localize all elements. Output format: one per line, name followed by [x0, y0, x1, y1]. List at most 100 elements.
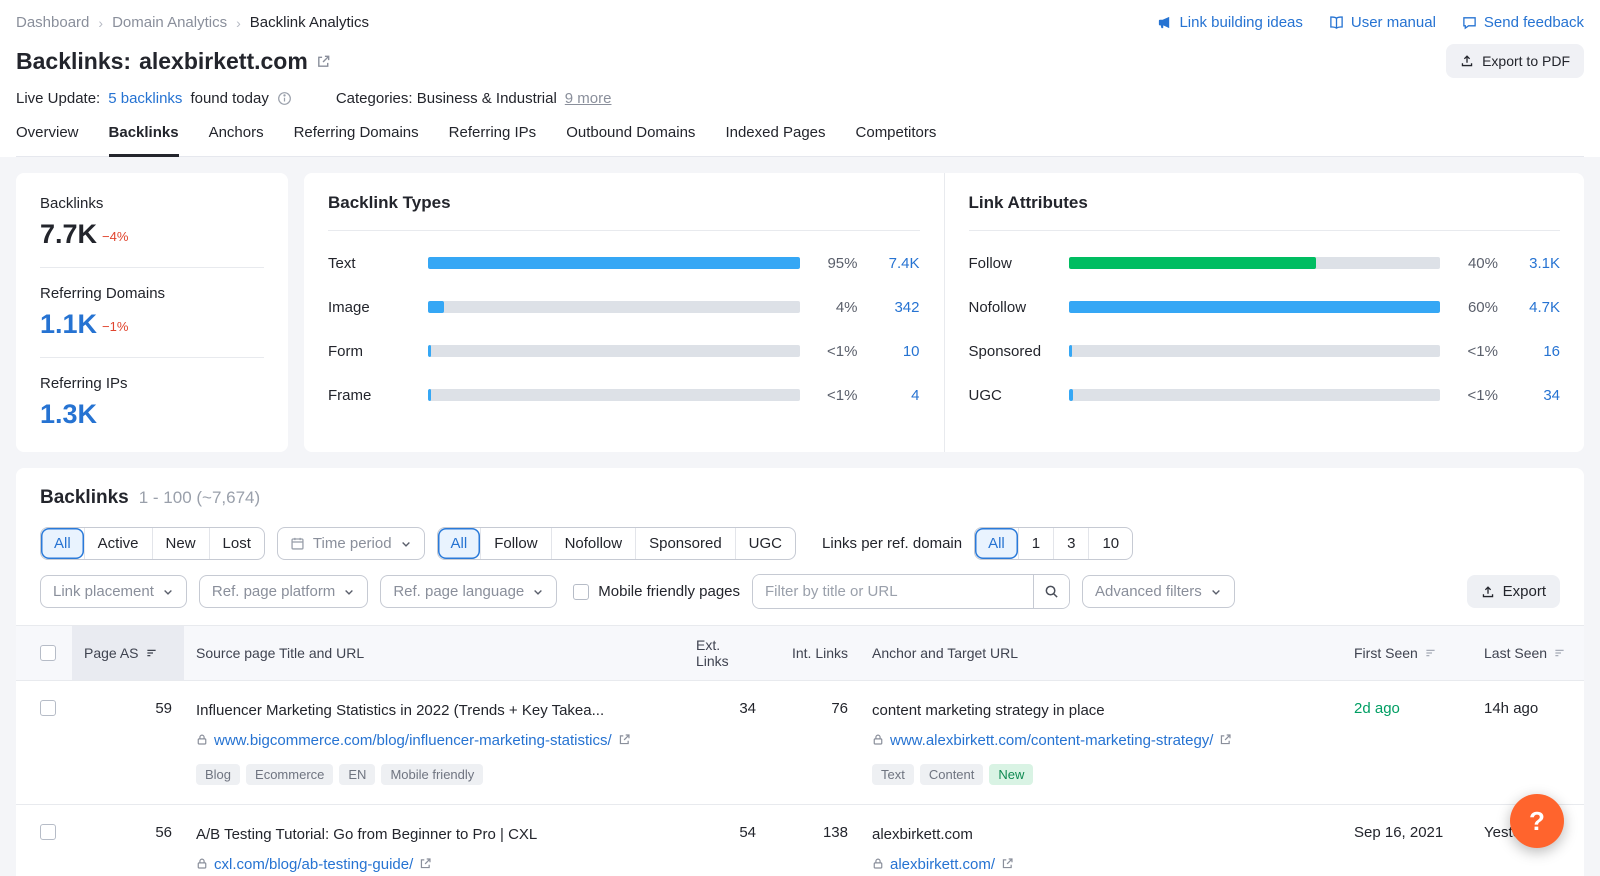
follow-filter-follow[interactable]: Follow [480, 528, 550, 559]
external-link-icon[interactable] [618, 733, 631, 746]
search-button[interactable] [1033, 575, 1069, 608]
link-placement-dropdown[interactable]: Link placement [40, 575, 187, 608]
column-header-page-as[interactable]: Page AS [72, 626, 184, 680]
anchor-tags: Text Content New [872, 764, 1330, 785]
follow-filter-ugc[interactable]: UGC [735, 528, 795, 559]
mobile-friendly-filter: Mobile friendly pages [573, 583, 740, 600]
tag-chip: Blog [196, 764, 240, 785]
table-row: 59 Influencer Marketing Statistics in 20… [16, 681, 1584, 805]
status-filter-all[interactable]: All [41, 528, 84, 559]
cell-source: A/B Testing Tutorial: Go from Beginner t… [184, 805, 684, 876]
stat-ref-domains-value[interactable]: 1.1K [40, 309, 97, 339]
charts-card: Backlink Types Text 95% 7.4K Image 4% [304, 173, 1584, 452]
backlinks-table-card: Backlinks 1 - 100 (~7,674) All Active Ne… [16, 468, 1584, 876]
info-icon[interactable] [277, 91, 292, 106]
external-link-icon[interactable] [316, 54, 331, 69]
bar-track [428, 257, 800, 269]
filter-search [752, 574, 1070, 609]
export-to-pdf-button[interactable]: Export to PDF [1446, 44, 1584, 78]
link-attr-row-sponsored: Sponsored <1% 16 [969, 329, 1561, 373]
export-button[interactable]: Export [1467, 575, 1560, 608]
bar-fill [1069, 301, 1441, 313]
stat-ref-domains-label: Referring Domains [40, 285, 264, 302]
cell-anchor: content marketing strategy in place www.… [860, 681, 1342, 804]
follow-filter-nofollow[interactable]: Nofollow [551, 528, 636, 559]
bar-fill [1069, 257, 1317, 269]
page-title: Backlinks: alexbirkett.com [16, 48, 331, 75]
external-link-icon[interactable] [419, 857, 432, 870]
column-header-first-seen[interactable]: First Seen [1342, 626, 1472, 680]
target-url-link[interactable]: www.alexbirkett.com/content-marketing-st… [890, 732, 1213, 749]
column-header-last-seen[interactable]: Last Seen [1472, 626, 1584, 680]
status-filter-new[interactable]: New [152, 528, 209, 559]
stat-backlinks: Backlinks 7.7K−4% [40, 195, 264, 250]
lpd-all[interactable]: All [975, 528, 1018, 559]
page-title-domain: alexbirkett.com [139, 48, 308, 75]
tab-outbound-domains[interactable]: Outbound Domains [566, 124, 695, 156]
divider [40, 357, 264, 358]
filter-search-input[interactable] [753, 575, 1033, 608]
cell-page-as: 59 [72, 681, 184, 804]
lpd-10[interactable]: 10 [1088, 528, 1132, 559]
follow-filter-sponsored[interactable]: Sponsored [635, 528, 735, 559]
book-icon [1329, 15, 1344, 30]
categories-more-link[interactable]: 9 more [565, 90, 612, 107]
help-button[interactable]: ? [1510, 794, 1564, 848]
tab-anchors[interactable]: Anchors [209, 124, 264, 156]
tag-chip: Ecommerce [246, 764, 333, 785]
sort-icon [145, 647, 158, 659]
breadcrumb-domain-analytics[interactable]: Domain Analytics [112, 14, 227, 31]
tab-indexed-pages[interactable]: Indexed Pages [725, 124, 825, 156]
meta-row: Live Update: 5 backlinks found today Cat… [16, 90, 1584, 107]
breadcrumb: Dashboard › Domain Analytics › Backlink … [16, 14, 369, 31]
advanced-filters-dropdown[interactable]: Advanced filters [1082, 575, 1235, 608]
bar-track [1069, 257, 1441, 269]
row-checkbox[interactable] [40, 700, 56, 716]
follow-filter-all[interactable]: All [438, 528, 481, 559]
target-url-line: alexbirkett.com/ [872, 854, 1330, 876]
user-manual-link[interactable]: User manual [1329, 14, 1436, 31]
column-header-ext-links[interactable]: Ext. Links [684, 626, 768, 680]
mobile-friendly-checkbox[interactable] [573, 584, 589, 600]
status-filter-lost[interactable]: Lost [209, 528, 264, 559]
select-all-checkbox[interactable] [40, 645, 56, 661]
tab-referring-domains[interactable]: Referring Domains [294, 124, 419, 156]
tab-competitors[interactable]: Competitors [856, 124, 937, 156]
source-url-link[interactable]: cxl.com/blog/ab-testing-guide/ [214, 856, 413, 873]
lpd-1[interactable]: 1 [1018, 528, 1053, 559]
bar-fill [428, 345, 431, 357]
status-filter-active[interactable]: Active [84, 528, 152, 559]
anchor-text: alexbirkett.com [872, 824, 1330, 845]
row-checkbox[interactable] [40, 824, 56, 840]
backlink-type-row-image: Image 4% 342 [328, 285, 920, 329]
tab-backlinks[interactable]: Backlinks [109, 124, 179, 157]
ref-page-language-dropdown[interactable]: Ref. page language [380, 575, 557, 608]
stat-referring-ips: Referring IPs 1.3K [40, 375, 264, 430]
tag-chip: Mobile friendly [381, 764, 483, 785]
cell-int-links: 138 [768, 805, 860, 876]
external-link-icon[interactable] [1219, 733, 1232, 746]
time-period-dropdown[interactable]: Time period [277, 527, 425, 560]
anchor-text: content marketing strategy in place [872, 700, 1330, 721]
lpd-3[interactable]: 3 [1053, 528, 1088, 559]
column-header-int-links[interactable]: Int. Links [768, 626, 860, 680]
chevron-down-icon [532, 586, 544, 598]
tab-referring-ips[interactable]: Referring IPs [449, 124, 537, 156]
live-update-backlinks-link[interactable]: 5 backlinks [108, 90, 182, 107]
external-link-icon[interactable] [1001, 857, 1014, 870]
link-building-ideas-link[interactable]: Link building ideas [1157, 14, 1302, 31]
source-url-link[interactable]: www.bigcommerce.com/blog/influencer-mark… [214, 732, 612, 749]
column-header-anchor[interactable]: Anchor and Target URL [860, 626, 1342, 680]
follow-filter: All Follow Nofollow Sponsored UGC [437, 527, 796, 560]
send-feedback-link[interactable]: Send feedback [1462, 14, 1584, 31]
backlink-analytics-page: Dashboard › Domain Analytics › Backlink … [0, 0, 1600, 876]
tag-chip-new: New [989, 764, 1033, 785]
breadcrumb-dashboard[interactable]: Dashboard [16, 14, 89, 31]
tab-overview[interactable]: Overview [16, 124, 79, 156]
target-url-link[interactable]: alexbirkett.com/ [890, 856, 995, 873]
filters-row-1: All Active New Lost Time period All Foll… [16, 519, 1584, 560]
column-header-source[interactable]: Source page Title and URL [184, 626, 684, 680]
cell-last-seen: 14h ago [1472, 681, 1584, 804]
ref-page-platform-dropdown[interactable]: Ref. page platform [199, 575, 368, 608]
stat-ref-ips-value[interactable]: 1.3K [40, 399, 97, 429]
